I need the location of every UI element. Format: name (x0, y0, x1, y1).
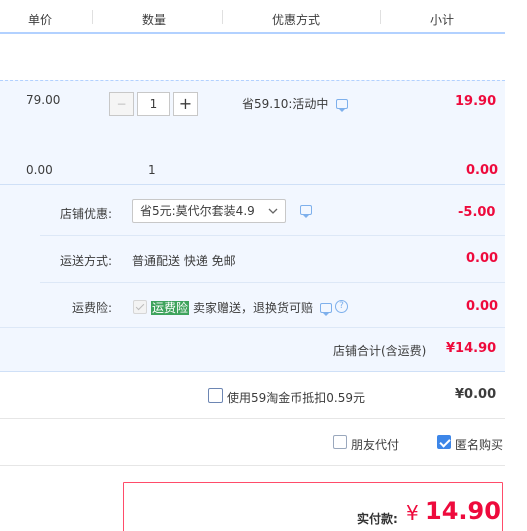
shipping-method: 普通配送 快递 免邮 (132, 254, 236, 268)
insurance-checkbox (133, 300, 147, 314)
insurance-amount: 0.00 (466, 299, 499, 314)
table-header: 单价 数量 优惠方式 小计 (0, 0, 505, 34)
header-divider (222, 10, 223, 24)
chat-icon[interactable] (320, 303, 332, 316)
coins-label[interactable]: 使用59淘金币抵扣0.59元 (227, 389, 365, 406)
item-subtotal: 0.00 (466, 163, 499, 178)
insurance-text: 卖家赠送，退换货可赔 (193, 301, 314, 315)
shop-discount-select[interactable]: 省5元:莫代尔套装4.9 (132, 199, 286, 223)
anonymous-checkbox[interactable] (437, 435, 451, 449)
item-quantity: 1 (148, 163, 156, 177)
divider (0, 465, 505, 466)
chevron-down-icon (268, 208, 278, 214)
coins-checkbox[interactable] (208, 388, 223, 403)
header-price: 单价 (28, 13, 53, 27)
divider (0, 327, 505, 328)
header-quantity: 数量 (142, 13, 167, 27)
item-price: 0.00 (26, 163, 53, 177)
chat-icon[interactable] (300, 205, 312, 218)
insurance-label: 运费险: (72, 301, 113, 315)
pay-amount: 14.90 (425, 497, 501, 525)
quantity-input[interactable]: 1 (137, 92, 170, 116)
quantity-increase-button[interactable]: + (173, 92, 198, 116)
shop-total-label: 店铺合计(含运费) (333, 344, 427, 358)
item-promotion: 省59.10:活动中 (242, 97, 329, 111)
shipping-label: 运送方式: (60, 254, 113, 268)
insurance-highlight: 运费险 (151, 301, 190, 315)
insurance-description: 运费险 卖家赠送，退换货可赔 (151, 299, 313, 316)
order-confirmation: 单价 数量 优惠方式 小计 79.00 − 1 + 省59.10:活动中 19.… (0, 0, 527, 531)
divider (0, 418, 505, 419)
shop-discount-value: 省5元:莫代尔套装4.9 (140, 204, 255, 218)
divider (40, 235, 505, 236)
shop-discount-amount: -5.00 (458, 205, 496, 220)
coins-value: ¥0.00 (455, 387, 497, 402)
chat-icon[interactable] (336, 99, 348, 112)
item-subtotal: 19.90 (455, 94, 497, 109)
header-subtotal: 小计 (430, 13, 455, 27)
shipping-amount: 0.00 (466, 251, 499, 266)
friend-pay-checkbox[interactable] (333, 435, 347, 449)
header-divider (92, 10, 93, 24)
header-divider (380, 10, 381, 24)
shop-total-value: ¥14.90 (446, 341, 497, 356)
help-icon[interactable]: ? (335, 300, 348, 313)
friend-pay-label[interactable]: 朋友代付 (351, 436, 399, 453)
pay-currency: ¥ (406, 501, 419, 525)
quantity-decrease-button[interactable]: − (109, 92, 134, 116)
pay-label: 实付款: (357, 512, 398, 526)
divider (40, 282, 505, 283)
anonymous-label[interactable]: 匿名购买 (455, 436, 503, 453)
shop-discount-label: 店铺优惠: (60, 207, 113, 221)
item-price: 79.00 (26, 93, 61, 107)
header-promotion: 优惠方式 (272, 13, 321, 27)
